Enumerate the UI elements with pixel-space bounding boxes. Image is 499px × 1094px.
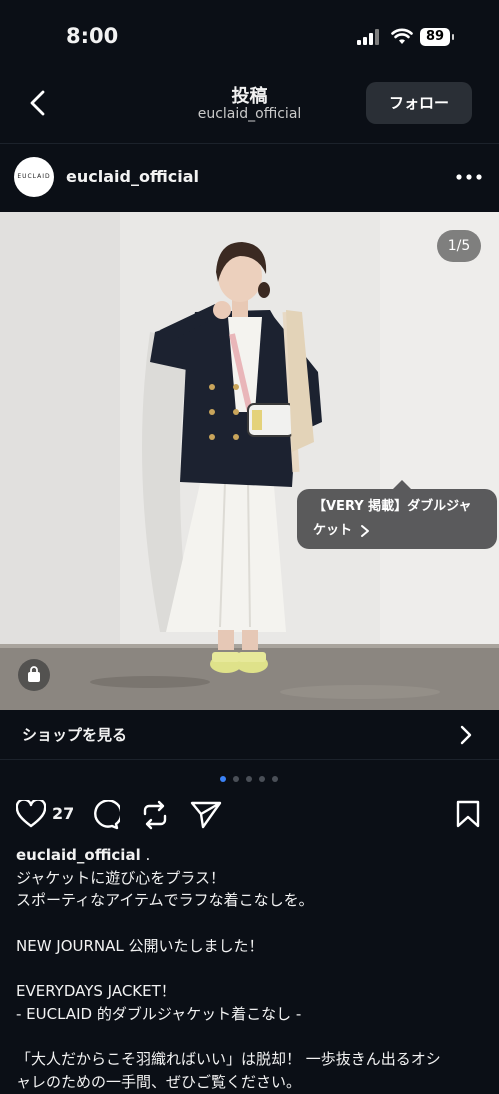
carousel-dot [259,776,265,782]
carousel-dot-active [220,776,226,782]
battery-icon: 89 [420,28,454,46]
more-options-icon[interactable] [456,174,482,180]
like-count[interactable]: 27 [52,804,74,823]
avatar[interactable]: EUCLAID [14,157,54,197]
repost-icon[interactable] [141,800,169,830]
caption-username[interactable]: euclaid_official [16,846,141,864]
product-tag-line2: ケット [313,523,353,538]
caption-line: ャレのための一手間、ぜひご覧ください。 [16,1072,302,1091]
post-caption: euclaid_official . ジャケットに遊び心をプラス！ スポーティな… [16,844,486,1094]
caption-line [16,1026,486,1049]
like-heart-icon[interactable] [16,800,46,828]
caption-line: 「大人だからこそ羽織ればいい」は脱却！ 一歩抜きん出るオシ [16,1050,441,1069]
caption-line: EVERYDAYS JACKET！ [16,982,176,1001]
chevron-right-icon [361,525,370,537]
caption-line: NEW JOURNAL 公開いたしました！ [16,936,264,955]
carousel-dot [233,776,239,782]
carousel-dot [246,776,252,782]
shop-divider [0,759,499,760]
media-counter: 1/5 [437,230,481,262]
follow-button[interactable]: フォロー [366,82,472,124]
post-photo[interactable] [0,212,499,710]
share-send-icon[interactable] [190,800,222,830]
caption-line [16,958,486,981]
carousel-dot [272,776,278,782]
comment-icon[interactable] [90,800,120,830]
caption-line: - EUCLAID 的ダブルジャケット着こなし - [16,1004,302,1023]
chevron-right-icon [460,725,472,745]
caption-line: ジャケットに遊び心をプラス！ [16,868,225,887]
caption-line [16,912,486,935]
shop-now-label: ショップを見る [22,726,128,744]
bookmark-icon[interactable] [456,800,480,828]
shopping-bag-icon[interactable] [18,659,50,691]
fashion-photo-illustration [0,212,499,710]
cellular-signal-icon [357,29,381,45]
status-time: 8:00 [66,24,119,48]
product-tag[interactable]: 【VERY 掲載】ダブルジャ ケット [297,480,497,549]
post-author-username[interactable]: euclaid_official [66,167,199,186]
wifi-icon [391,28,413,44]
header-divider [0,143,499,144]
product-tag-line1: 【VERY 掲載】ダブルジャ [313,499,472,514]
caption-line: スポーティなアイテムでラフな着こなしを。 [16,891,314,910]
caption-username-suffix: . [140,846,151,864]
